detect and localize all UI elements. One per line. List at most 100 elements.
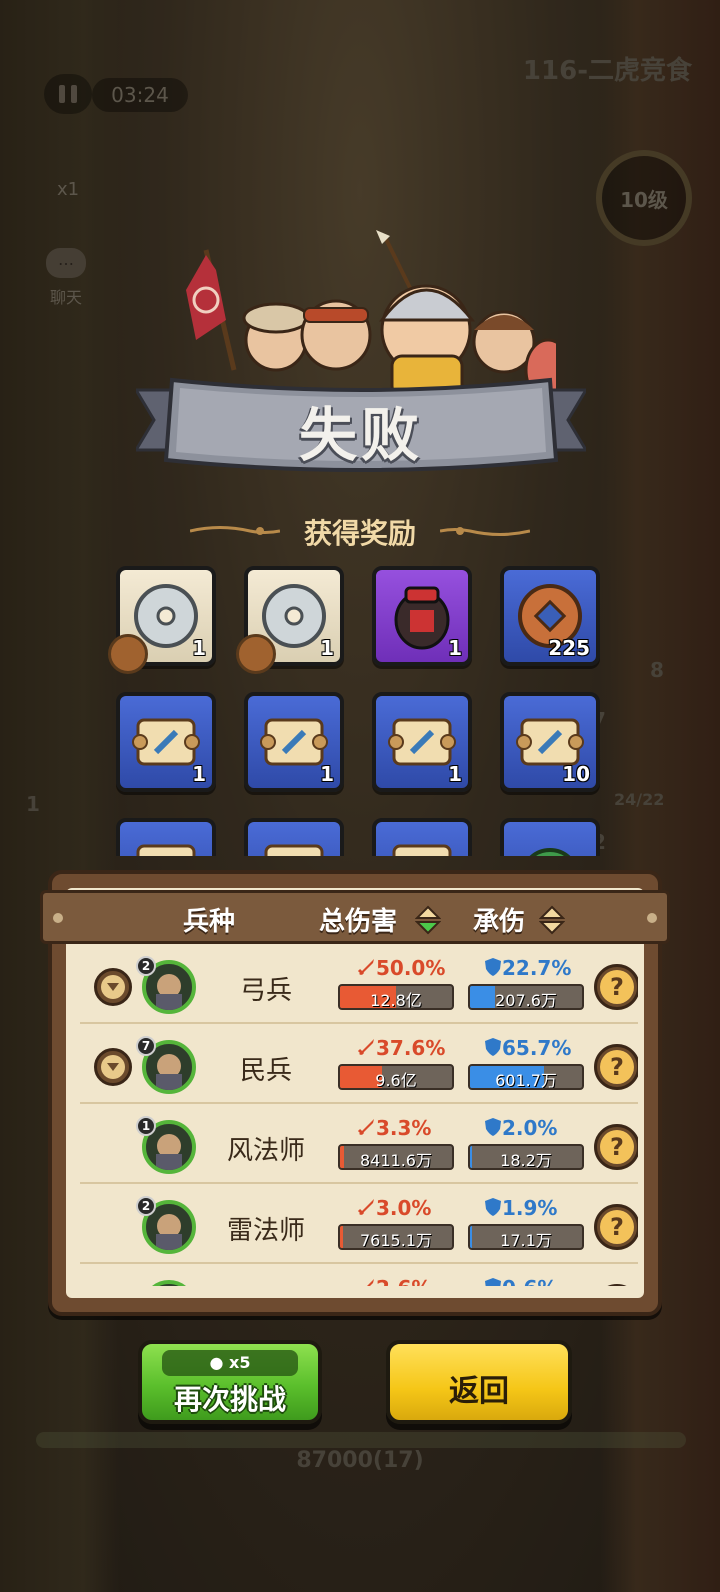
reward-count: 1 (448, 762, 462, 786)
reward-item-silver-disc[interactable]: 1 (236, 566, 344, 674)
stats-header: 兵种 总伤害 承伤 (40, 890, 670, 944)
reward-item-wine-jar[interactable]: 1 (372, 566, 472, 666)
unit-stat-row: 2 雷法师 3.0% 7615.1万 1.9% 17.1万? (80, 1190, 638, 1264)
reward-item-scroll-sword[interactable]: 1 (372, 692, 472, 792)
sword-icon (357, 1119, 374, 1136)
unit-info-button[interactable]: ? (594, 1044, 638, 1090)
taken-bar: 601.7万 (468, 1064, 584, 1090)
reward-count: 1 (320, 762, 334, 786)
back-label: 返回 (449, 1374, 509, 1409)
retry-cost: ● x5 (162, 1350, 298, 1376)
damage-percent: 3.3% (356, 1116, 476, 1140)
unit-level: 1 (136, 1116, 156, 1136)
scroll-red-1-icon (136, 844, 196, 856)
header-total-damage[interactable]: 总伤害 (319, 901, 397, 938)
unit-level: 2 (136, 956, 156, 976)
shield-icon (485, 1038, 501, 1056)
damage-percent: 37.6% (356, 1036, 476, 1060)
unit-info-button[interactable]: ? (594, 1204, 638, 1250)
reward-count: 10 (562, 762, 590, 786)
sword-icon (367, 1279, 374, 1286)
expand-row-button[interactable] (94, 1048, 132, 1086)
taken-percent: 22.7% (484, 956, 604, 980)
reward-item-scroll-crossed[interactable]: 10 (500, 692, 600, 792)
damage-value: 8411.6万 (360, 1151, 432, 1170)
header-damage-taken[interactable]: 承伤 (473, 901, 525, 938)
damage-value: 7615.1万 (360, 1231, 432, 1250)
unit-stat-row: 2.6%0.6%? (80, 1270, 638, 1286)
taken-value: 18.2万 (500, 1151, 552, 1170)
damage-bar: 12.8亿 (338, 984, 454, 1010)
unit-avatar (142, 1280, 196, 1286)
header-unit-type: 兵种 (183, 907, 236, 937)
taken-value: 601.7万 (495, 1071, 557, 1090)
reward-item-scroll-red-1[interactable] (116, 818, 216, 856)
scroll-red-3-icon (392, 844, 452, 856)
unit-stat-row: 2 弓兵 50.0% 12.8亿 22.7% 207.6万? (80, 950, 638, 1024)
taken-percent: 65.7% (484, 1036, 604, 1060)
reward-item-silver-disc[interactable]: 1 (108, 566, 216, 674)
sort-damage-icon[interactable] (415, 905, 441, 935)
green-orb-icon (529, 848, 571, 856)
sword-icon (357, 1039, 374, 1056)
question-icon: ? (600, 1050, 634, 1084)
retry-button[interactable]: ● x5 再次挑战 (138, 1340, 322, 1424)
unit-info-button[interactable]: ? (594, 964, 638, 1010)
unit-stat-row: 1 风法师 3.3% 8411.6万 2.0% 18.2万? (80, 1110, 638, 1184)
damage-stats-panel: 兵种 总伤害 承伤 2 弓兵 50.0% 12.8亿 22.7% 207.6万? 7 民兵 37… (40, 870, 670, 1316)
reward-count: 1 (320, 636, 334, 660)
chevron-down-icon (101, 975, 125, 999)
unit-level: 7 (136, 1036, 156, 1056)
reward-scroll-area[interactable]: 1 1 1 225 1 1 1 10 (0, 0, 720, 856)
shield-icon (485, 1278, 501, 1286)
damage-percent: 3.0% (356, 1196, 476, 1220)
reward-count: 1 (192, 762, 206, 786)
shield-icon (485, 958, 501, 976)
sword-icon (357, 959, 374, 976)
shield-icon (485, 1198, 501, 1216)
chevron-down-icon (101, 1055, 125, 1079)
reward-item-copper-coin[interactable]: 225 (500, 566, 600, 666)
damage-value: 9.6亿 (375, 1071, 417, 1090)
damage-percent: 2.6% (356, 1276, 476, 1286)
reward-item-green-orb[interactable] (500, 818, 600, 856)
question-icon: ? (600, 1130, 634, 1164)
reward-item-scroll-red-2[interactable] (244, 818, 344, 856)
reward-item-scroll-red-3[interactable] (372, 818, 472, 856)
unit-name: 雷法师 (226, 1216, 305, 1246)
damage-bar: 7615.1万 (338, 1224, 454, 1250)
unit-level: 2 (136, 1196, 156, 1216)
taken-bar: 207.6万 (468, 984, 584, 1010)
taken-bar: 17.1万 (468, 1224, 584, 1250)
damage-percent: 50.0% (356, 956, 476, 980)
reward-grid: 1 1 1 225 1 1 1 10 (108, 566, 604, 856)
reward-item-scroll-archer[interactable]: 1 (116, 692, 216, 792)
question-icon: ? (600, 970, 634, 1004)
scroll-red-2-icon (264, 844, 324, 856)
taken-value: 207.6万 (495, 991, 557, 1010)
damage-bar: 8411.6万 (338, 1144, 454, 1170)
reward-count: 1 (192, 636, 206, 660)
retry-label: 再次挑战 (173, 1383, 286, 1416)
unit-info-button[interactable]: ? (594, 1124, 638, 1170)
taken-bar: 18.2万 (468, 1144, 584, 1170)
sword-icon (357, 1199, 374, 1216)
reward-item-scroll-boot[interactable]: 1 (244, 692, 344, 792)
taken-percent: 0.6% (484, 1276, 604, 1286)
stats-rows-list[interactable]: 2 弓兵 50.0% 12.8亿 22.7% 207.6万? 7 民兵 37.6% 9.6亿 65.… (80, 950, 638, 1286)
hero-badge-icon (236, 634, 276, 674)
unit-name: 风法师 (226, 1136, 305, 1166)
question-icon: ? (600, 1210, 634, 1244)
back-button[interactable]: 返回 (386, 1340, 572, 1424)
damage-bar: 9.6亿 (338, 1064, 454, 1090)
taken-percent: 2.0% (484, 1116, 604, 1140)
reward-count: 1 (448, 636, 462, 660)
taken-value: 17.1万 (500, 1231, 552, 1250)
sort-taken-icon[interactable] (539, 905, 565, 935)
reward-count: 225 (548, 636, 590, 660)
stamina-icon: ● (209, 1353, 224, 1372)
expand-row-button[interactable] (94, 968, 132, 1006)
taken-percent: 1.9% (484, 1196, 604, 1220)
hero-badge-icon (108, 634, 148, 674)
unit-name: 弓兵 (239, 976, 292, 1006)
